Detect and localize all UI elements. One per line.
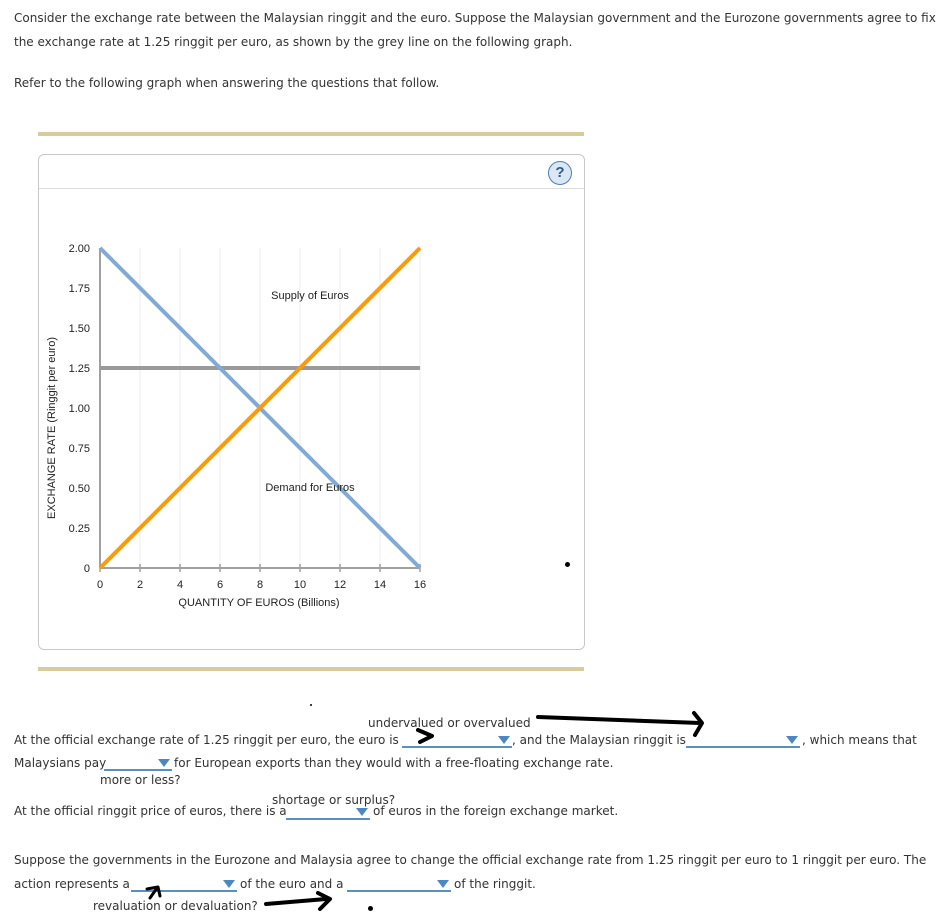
annotation-supply-of-euros: Supply of Euros [271,290,349,302]
x-tick-label: 6 [217,579,223,591]
q2-text-a: At the official ringgit price of euros, … [14,804,287,818]
dropdown-ringgit-valuation[interactable] [686,732,800,748]
chevron-down-icon [786,736,798,744]
stray-dot [368,906,373,911]
q1-text-e: for European exports than they would wit… [174,756,614,770]
q1-text-d: Malaysians pay [14,756,107,770]
chevron-down-icon [158,759,170,767]
x-tick-label: 10 [294,579,306,591]
chevron-down-icon [498,736,510,744]
hint-revaluation-devaluation: revaluation or devaluation? [93,899,258,913]
stray-dot [310,704,312,706]
annotation-demand-for-euros: Demand for Euros [265,482,355,494]
x-tick-label: 12 [334,579,346,591]
chevron-down-icon [356,808,368,816]
y-tick-label: 1.25 [69,363,90,375]
dropdown-euro-revaluation[interactable] [131,876,237,892]
y-tick-label: 0.50 [69,483,90,495]
dropdown-shortage-surplus[interactable] [286,804,370,820]
y-axis-label: EXCHANGE RATE (Ringgit per euro) [46,337,58,519]
y-tick-label: 1.75 [69,283,90,295]
chevron-down-icon [437,880,449,888]
q1-text-c: , which means that [802,733,917,747]
hint-more-less: more or less? [100,773,181,787]
q3-line-1: Suppose the governments in the Eurozone … [14,853,927,867]
q2-text-b: of euros in the foreign exchange market. [373,804,619,818]
q1-text-a: At the official exchange rate of 1.25 ri… [14,733,399,747]
y-tick-label: 1.00 [69,403,90,415]
y-tick-label: 1.50 [69,323,90,335]
x-tick-label: 8 [257,579,263,591]
q3-text-b: of the euro and a [240,877,344,891]
y-tick-label: 2.00 [69,243,90,255]
x-tick-label: 4 [177,579,183,591]
q3-text-c: of the ringgit. [454,877,536,891]
y-tick-label: 0.75 [69,443,90,455]
x-tick-label: 0 [97,579,103,591]
hint-undervalued-overvalued: undervalued or overvalued [368,716,531,730]
stray-dot [565,562,570,567]
chevron-down-icon [223,880,235,888]
y-tick-label: 0.25 [69,523,90,535]
x-tick-label: 14 [374,579,386,591]
bottom-divider [38,667,584,671]
x-tick-label: 16 [414,579,426,591]
dropdown-more-less[interactable] [104,755,172,771]
dropdown-ringgit-revaluation[interactable] [347,876,451,892]
dropdown-euro-valuation[interactable] [402,732,512,748]
x-axis-label: QUANTITY OF EUROS (Billions) [178,597,339,609]
x-tick-label: 2 [137,579,143,591]
q1-text-b: , and the Malaysian ringgit is [512,733,686,747]
y-tick-label: 0 [84,563,90,575]
q3-text-a: action represents a [14,877,130,891]
